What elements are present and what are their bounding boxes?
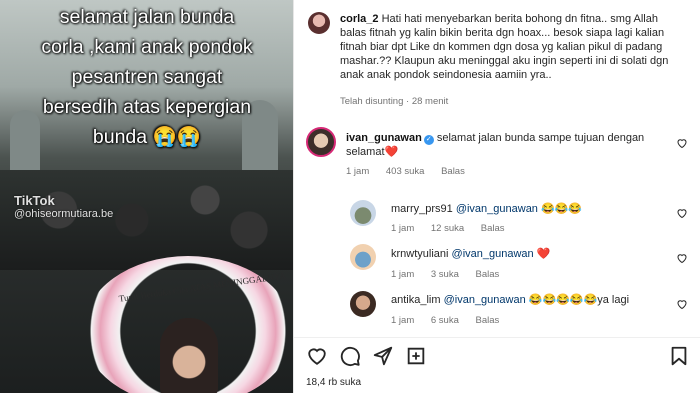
comment-icon[interactable] — [339, 345, 361, 367]
heart-icon[interactable] — [306, 345, 328, 367]
heart-icon[interactable] — [676, 136, 688, 149]
crowd-image — [0, 170, 293, 270]
verified-badge-icon: ✓ — [423, 135, 434, 145]
post-media[interactable]: selamat jalan bunda corla ,kami anak pon… — [0, 0, 293, 393]
reply-button[interactable]: Balas — [441, 166, 465, 177]
reply: krnwtyuliani @ivan_gunawan ❤️ — [391, 247, 661, 261]
caption-line: bersedih atas kepergian — [42, 96, 252, 118]
reply-username[interactable]: marry_prs91 — [391, 203, 453, 215]
bookmark-icon[interactable] — [668, 345, 690, 367]
mention-link[interactable]: @ivan_gunawan — [456, 203, 538, 215]
heart-icon[interactable] — [676, 251, 688, 264]
reply-meta: 1 jam 3 suka Balas — [391, 269, 513, 280]
avatar[interactable] — [308, 12, 330, 34]
action-bar — [306, 345, 690, 369]
media-caption: selamat jalan bunda corla ,kami anak pon… — [6, 2, 288, 152]
avatar[interactable] — [306, 127, 336, 157]
caption-line: selamat jalan bunda — [59, 6, 235, 28]
tiktok-logo-icon: TikTok — [14, 193, 55, 208]
reply-time: 1 jam — [391, 269, 415, 280]
reply-meta: 1 jam 6 suka Balas — [391, 315, 513, 326]
heart-icon[interactable] — [676, 206, 688, 219]
avatar[interactable] — [350, 200, 376, 226]
reply: marry_prs91 @ivan_gunawan 😂😂😂 — [391, 202, 661, 216]
reply-text: ❤️ — [536, 248, 551, 260]
reply-likes[interactable]: 12 suka — [431, 223, 464, 234]
reply-meta: 1 jam 12 suka Balas — [391, 223, 519, 234]
heart-icon[interactable] — [676, 297, 688, 310]
avatar[interactable] — [350, 291, 376, 317]
tiktok-handle: @ohiseormutiara.be — [14, 208, 114, 220]
reply-username[interactable]: krnwtyuliani — [391, 248, 448, 260]
comment-edited-time: Telah disunting · 28 menit — [340, 96, 449, 107]
comment-meta: Telah disunting · 28 menit — [340, 96, 462, 107]
reply-text: 😂😂😂😂😂ya lagi — [528, 294, 630, 306]
send-icon[interactable] — [405, 345, 427, 367]
comment-text: Hati hati menyebarkan berita bohong dn f… — [340, 13, 669, 81]
main-comment: corla_2 Hati hati menyebarkan berita boh… — [340, 12, 680, 82]
comment-time: 1 jam — [346, 166, 370, 177]
comment-meta: 1 jam 403 suka Balas — [346, 166, 479, 177]
reply-time: 1 jam — [391, 223, 415, 234]
avatar[interactable] — [350, 244, 376, 270]
person-photo — [160, 318, 218, 393]
comment-username[interactable]: corla_2 — [340, 13, 379, 25]
comment: ivan_gunawan ✓ selamat jalan bunda sampe … — [346, 131, 666, 159]
reply-text: 😂😂😂 — [541, 203, 583, 215]
reply-likes[interactable]: 3 suka — [431, 269, 459, 280]
reply-button[interactable]: Balas — [481, 223, 505, 234]
comments-panel: corla_2 Hati hati menyebarkan berita boh… — [294, 0, 700, 393]
reply-likes[interactable]: 6 suka — [431, 315, 459, 326]
mention-link[interactable]: @ivan_gunawan — [444, 294, 526, 306]
mention-link[interactable]: @ivan_gunawan — [452, 248, 534, 260]
action-separator — [294, 337, 700, 338]
likes-count[interactable]: 18,4 rb suka — [306, 377, 361, 388]
caption-line: pesantren sangat — [71, 66, 223, 88]
reply-button[interactable]: Balas — [476, 315, 500, 326]
reply-time: 1 jam — [391, 315, 415, 326]
caption-line: corla ,kami anak pondok — [41, 36, 253, 58]
reply-username[interactable]: antika_lim — [391, 294, 441, 306]
comment-likes[interactable]: 403 suka — [386, 166, 425, 177]
reply-button[interactable]: Balas — [476, 269, 500, 280]
share-icon[interactable] — [372, 345, 394, 367]
caption-line: bunda 😭😭 — [92, 126, 202, 148]
comment-username[interactable]: ivan_gunawan — [346, 132, 422, 144]
tiktok-watermark: TikTok @ohiseormutiara.be — [14, 193, 113, 220]
reply: antika_lim @ivan_gunawan 😂😂😂😂😂ya lagi — [391, 293, 661, 307]
